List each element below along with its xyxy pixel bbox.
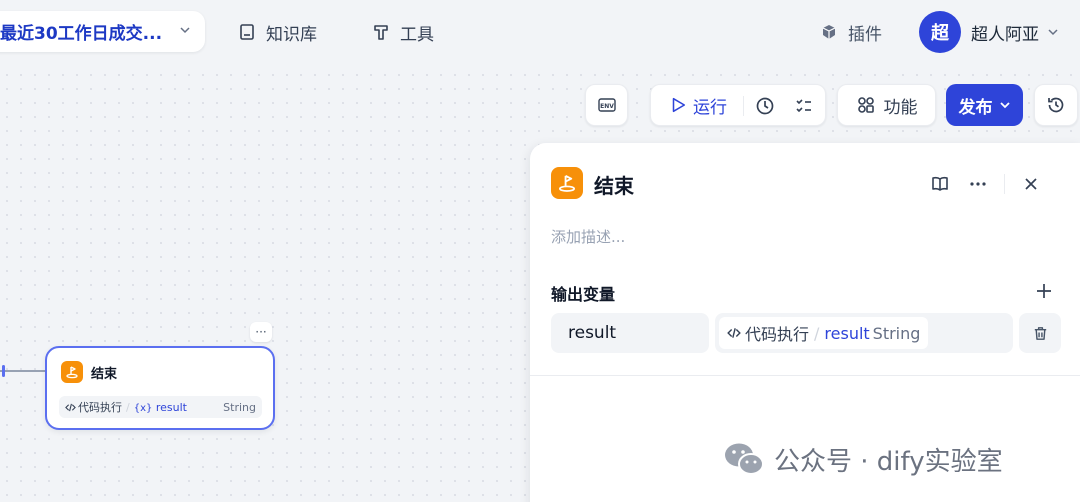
panel-actions xyxy=(930,173,1041,195)
variable-name-input[interactable]: result xyxy=(551,313,709,353)
trash-icon xyxy=(1034,326,1046,340)
panel-title[interactable]: 结束 xyxy=(594,170,634,199)
end-node[interactable]: 结束 代码执行 / {x} result String xyxy=(45,346,275,430)
book-icon xyxy=(240,24,254,40)
wechat-icon xyxy=(725,443,764,475)
top-bar: 最近30工作日成交... 知识库 工具 插件 超 超人阿亚 xyxy=(0,0,1080,68)
run-button[interactable]: 运行 xyxy=(669,93,727,118)
node-title: 结束 xyxy=(91,367,118,382)
edge-connector xyxy=(0,370,45,372)
nav-tools-label: 工具 xyxy=(400,24,434,45)
description-input[interactable]: 添加描述... xyxy=(551,226,625,247)
delete-variable-button[interactable] xyxy=(1019,313,1061,353)
checklist-icon[interactable] xyxy=(794,96,814,116)
play-icon xyxy=(672,97,686,113)
more-icon[interactable] xyxy=(968,174,988,194)
watermark: 公众号 · dify实验室 xyxy=(722,438,1003,480)
variable-name: result xyxy=(824,323,870,343)
app-title: 最近30工作日成交... xyxy=(0,24,163,44)
hammer-icon xyxy=(374,25,388,40)
end-icon xyxy=(551,167,583,199)
divider xyxy=(1004,174,1005,194)
book-open-icon[interactable] xyxy=(930,174,950,194)
user-menu[interactable]: 超 超人阿亚 xyxy=(919,11,1059,53)
code-icon xyxy=(727,328,741,338)
add-icon[interactable] xyxy=(1034,281,1054,301)
features-label: 功能 xyxy=(883,97,918,118)
env-button[interactable]: ENV xyxy=(585,84,628,126)
variable-source: 代码执行 xyxy=(727,321,809,345)
history-clock-icon[interactable] xyxy=(755,96,775,116)
divider xyxy=(530,375,1080,376)
nav-plugins-label: 插件 xyxy=(848,24,882,45)
variable-icon: {x} xyxy=(133,402,153,414)
publish-button[interactable]: 发布 xyxy=(946,84,1023,126)
chevron-down-icon xyxy=(999,102,1010,109)
close-icon[interactable] xyxy=(1021,174,1041,194)
variable-reference-tag: 代码执行 / result String xyxy=(719,317,929,349)
cube-icon xyxy=(822,25,836,39)
history-icon xyxy=(1048,97,1064,113)
nav-plugins[interactable]: 插件 xyxy=(820,18,882,46)
node-var-source: 代码执行 xyxy=(65,399,122,415)
node-more-button[interactable]: ··· xyxy=(250,322,272,342)
variable-reference-selector[interactable]: 代码执行 / result String xyxy=(715,313,1013,353)
divider xyxy=(743,96,744,116)
app-selector[interactable]: 最近30工作日成交... xyxy=(0,11,205,52)
run-group: 运行 xyxy=(650,84,826,126)
node-var-name: {x} result xyxy=(133,400,187,414)
end-icon xyxy=(61,361,83,383)
output-section-title: 输出变量 xyxy=(551,285,616,304)
features-button[interactable]: 功能 xyxy=(837,84,936,126)
node-output-variable: 代码执行 / {x} result String xyxy=(59,396,262,418)
nav-tools[interactable]: 工具 xyxy=(372,18,434,46)
node-var-type: String xyxy=(223,400,256,414)
version-history-button[interactable] xyxy=(1034,84,1078,126)
chevron-down-icon xyxy=(1048,29,1058,36)
separator: / xyxy=(126,400,130,414)
code-icon xyxy=(65,403,76,411)
watermark-text: 公众号 · dify实验室 xyxy=(774,446,1003,477)
user-name: 超人阿亚 xyxy=(971,24,1039,45)
nav-knowledge[interactable]: 知识库 xyxy=(238,18,317,46)
env-icon: ENV xyxy=(597,98,616,112)
nav-knowledge-label: 知识库 xyxy=(266,24,317,45)
apps-icon xyxy=(857,97,874,113)
avatar: 超 xyxy=(919,11,961,53)
chevron-down-icon xyxy=(180,27,190,34)
edge-handle[interactable] xyxy=(2,365,5,377)
publish-label: 发布 xyxy=(958,97,993,118)
variable-type: String xyxy=(872,323,921,343)
svg-text:ENV: ENV xyxy=(600,103,614,110)
run-label: 运行 xyxy=(693,97,727,118)
separator: / xyxy=(814,323,820,343)
output-variable-row: result 代码执行 / result String xyxy=(551,313,1061,353)
